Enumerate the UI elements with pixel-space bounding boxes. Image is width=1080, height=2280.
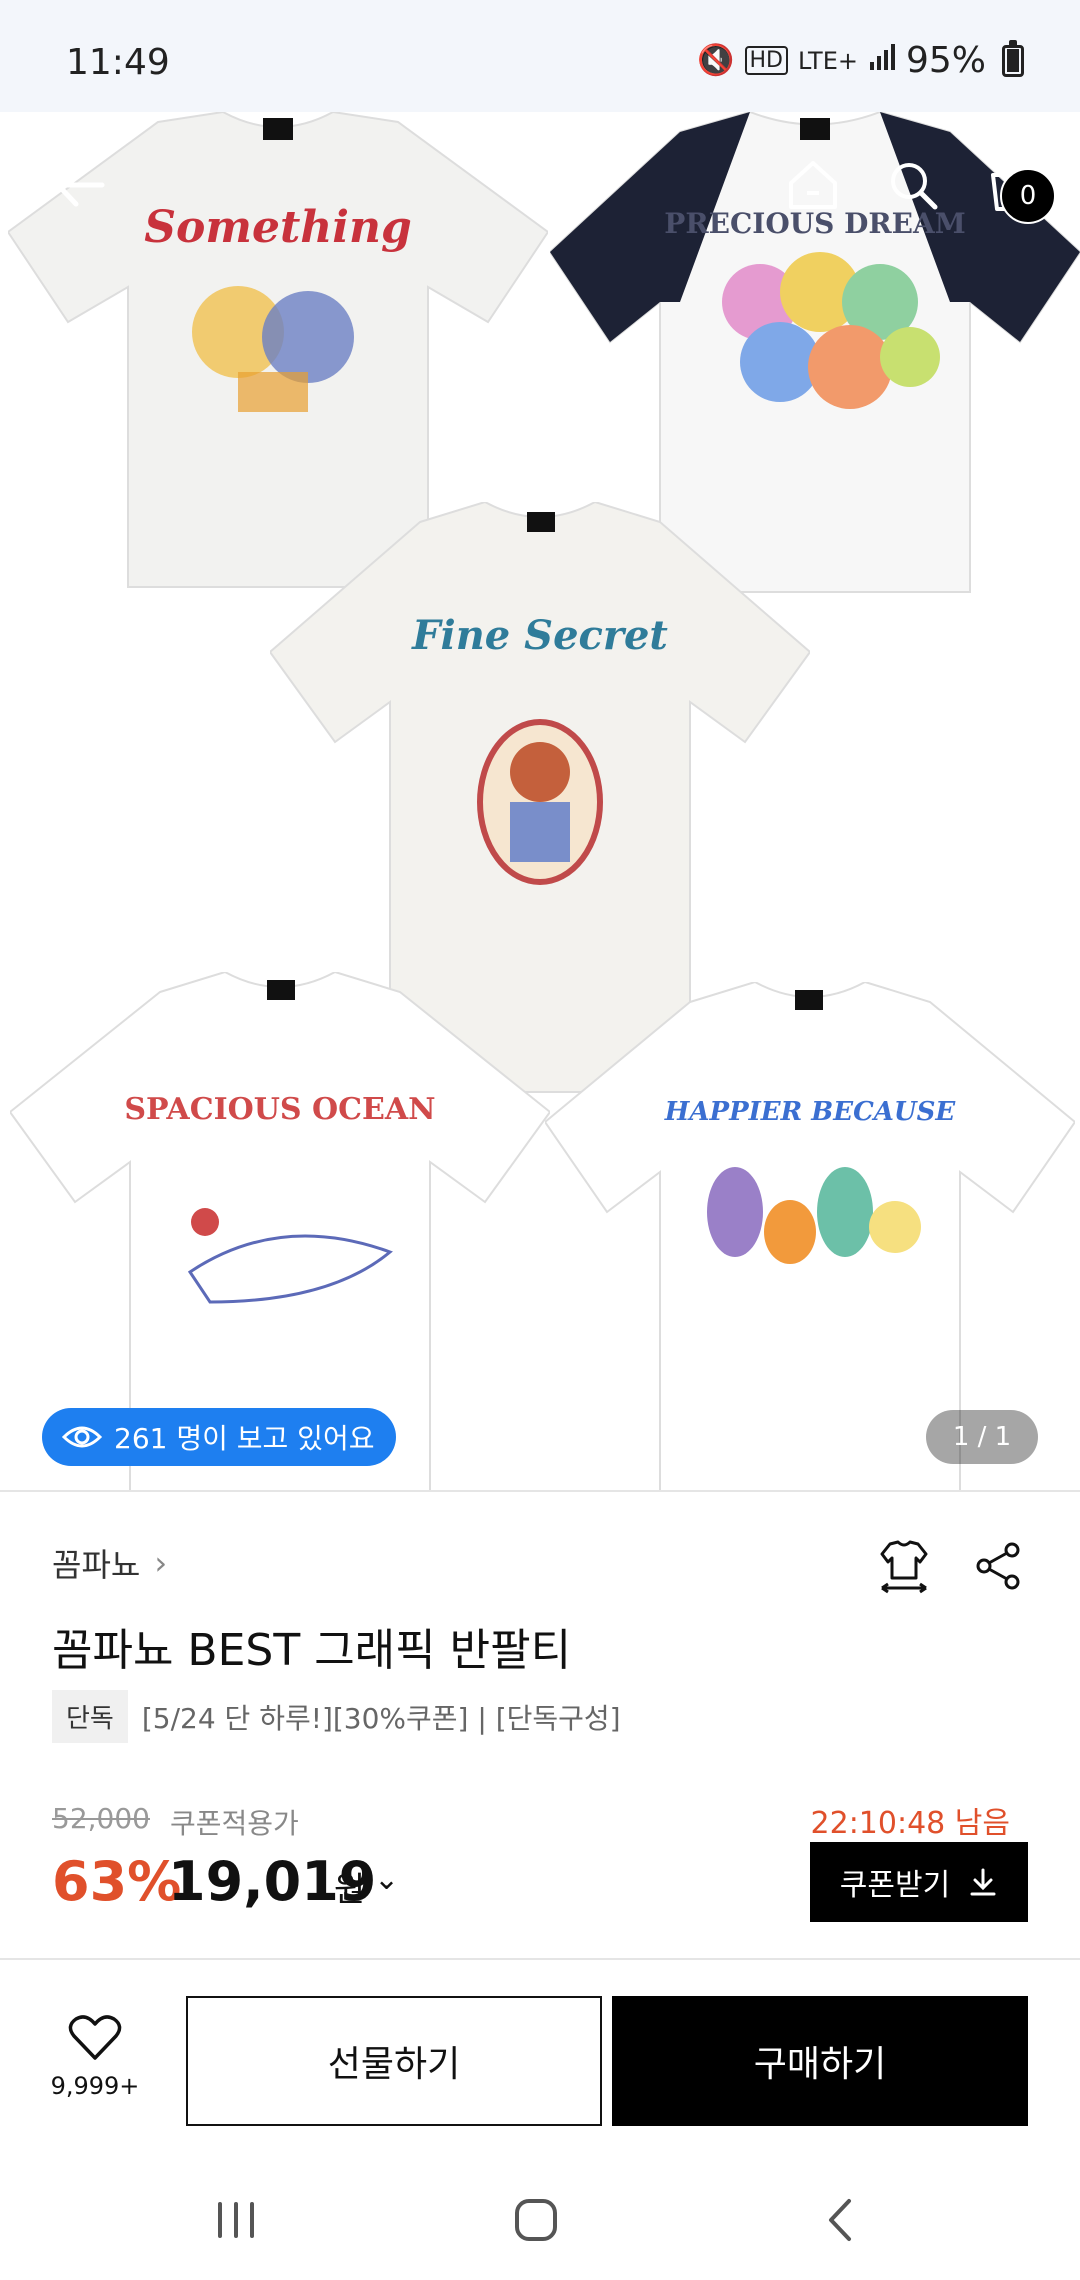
price-detail-toggle[interactable]: ⌄ bbox=[374, 1862, 399, 1897]
discount-rate: 63% bbox=[52, 1850, 182, 1913]
status-time: 11:49 bbox=[66, 42, 170, 83]
home-system-button[interactable] bbox=[496, 2188, 576, 2252]
eye-icon bbox=[62, 1426, 102, 1448]
like-count: 9,999+ bbox=[50, 2072, 140, 2100]
home-button[interactable] bbox=[778, 150, 848, 220]
home-icon bbox=[789, 161, 837, 209]
download-icon bbox=[970, 1868, 996, 1896]
gift-button[interactable]: 선물하기 bbox=[186, 1996, 602, 2126]
coupon-button-label: 쿠폰받기 bbox=[839, 1868, 951, 1903]
system-navigation-bar bbox=[0, 2160, 1080, 2280]
get-coupon-button[interactable]: 쿠폰받기 bbox=[810, 1842, 1028, 1922]
hd-icon: HD bbox=[744, 46, 788, 75]
recent-apps-button[interactable] bbox=[196, 2188, 276, 2252]
tshirt-size-icon bbox=[880, 1540, 928, 1594]
back-button[interactable] bbox=[44, 150, 114, 220]
battery-percent: 95% bbox=[905, 40, 986, 81]
size-guide-button[interactable] bbox=[874, 1536, 934, 1596]
chevron-left-icon bbox=[829, 2199, 851, 2241]
share-button[interactable] bbox=[968, 1536, 1028, 1596]
image-page-counter: 1 / 1 bbox=[926, 1410, 1038, 1464]
home-square-icon bbox=[515, 2199, 557, 2241]
currency-label: 원 bbox=[334, 1870, 366, 1910]
divider bbox=[0, 1490, 1080, 1492]
product-actions bbox=[874, 1536, 1028, 1596]
chevron-right-icon: › bbox=[154, 1544, 168, 1582]
tee-print-text: HAPPIER BECAUSE bbox=[664, 1097, 956, 1127]
network-label: LTE+ bbox=[797, 46, 858, 75]
recent-apps-icon bbox=[218, 2202, 254, 2238]
arrow-left-icon bbox=[55, 163, 105, 207]
product-tags: 단독 [5/24 단 하루!][30%쿠폰] | [단독구성] bbox=[52, 1690, 621, 1743]
share-icon bbox=[976, 1542, 1020, 1590]
exclusive-badge: 단독 bbox=[52, 1690, 128, 1743]
promo-text: [5/24 단 하루!][30%쿠폰] | [단독구성] bbox=[141, 1701, 621, 1735]
status-bar: 11:49 🔇 HD LTE+ 95% bbox=[0, 0, 1080, 112]
mute-icon: 🔇 bbox=[697, 43, 735, 78]
status-icons: 🔇 HD LTE+ 95% bbox=[697, 39, 1024, 81]
cart-count-badge: 0 bbox=[1000, 168, 1056, 224]
product-title: 꼼파뇨 BEST 그래픽 반팔티 bbox=[52, 1625, 572, 1676]
original-price: 52,000 bbox=[52, 1802, 150, 1835]
brand-name: 꼼파뇨 bbox=[52, 1546, 141, 1584]
coupon-price-label: 쿠폰적용가 bbox=[170, 1807, 299, 1840]
heart-icon bbox=[68, 2015, 122, 2060]
search-button[interactable] bbox=[878, 150, 948, 220]
product-image-gallery[interactable]: Something PRECIOUS DREAM Fine Secret SPA… bbox=[0, 112, 1080, 1490]
search-icon bbox=[891, 163, 938, 210]
back-system-button[interactable] bbox=[800, 2188, 880, 2252]
battery-icon bbox=[1002, 39, 1024, 77]
signal-icon bbox=[868, 40, 896, 81]
like-button[interactable]: 9,999+ bbox=[40, 2014, 150, 2100]
viewers-text: 261 명이 보고 있어요 bbox=[114, 1422, 375, 1455]
buy-button[interactable]: 구매하기 bbox=[612, 1996, 1028, 2126]
viewers-badge: 261 명이 보고 있어요 bbox=[42, 1408, 397, 1466]
countdown-timer: 22:10:48 남음 bbox=[810, 1806, 1010, 1841]
top-navigation: 0 bbox=[0, 112, 1080, 252]
divider bbox=[0, 1958, 1080, 1960]
tee-print-text: SPACIOUS OCEAN bbox=[124, 1092, 436, 1127]
tee-print-text: Fine Secret bbox=[412, 612, 668, 659]
brand-link[interactable]: 꼼파뇨 › bbox=[52, 1540, 167, 1586]
